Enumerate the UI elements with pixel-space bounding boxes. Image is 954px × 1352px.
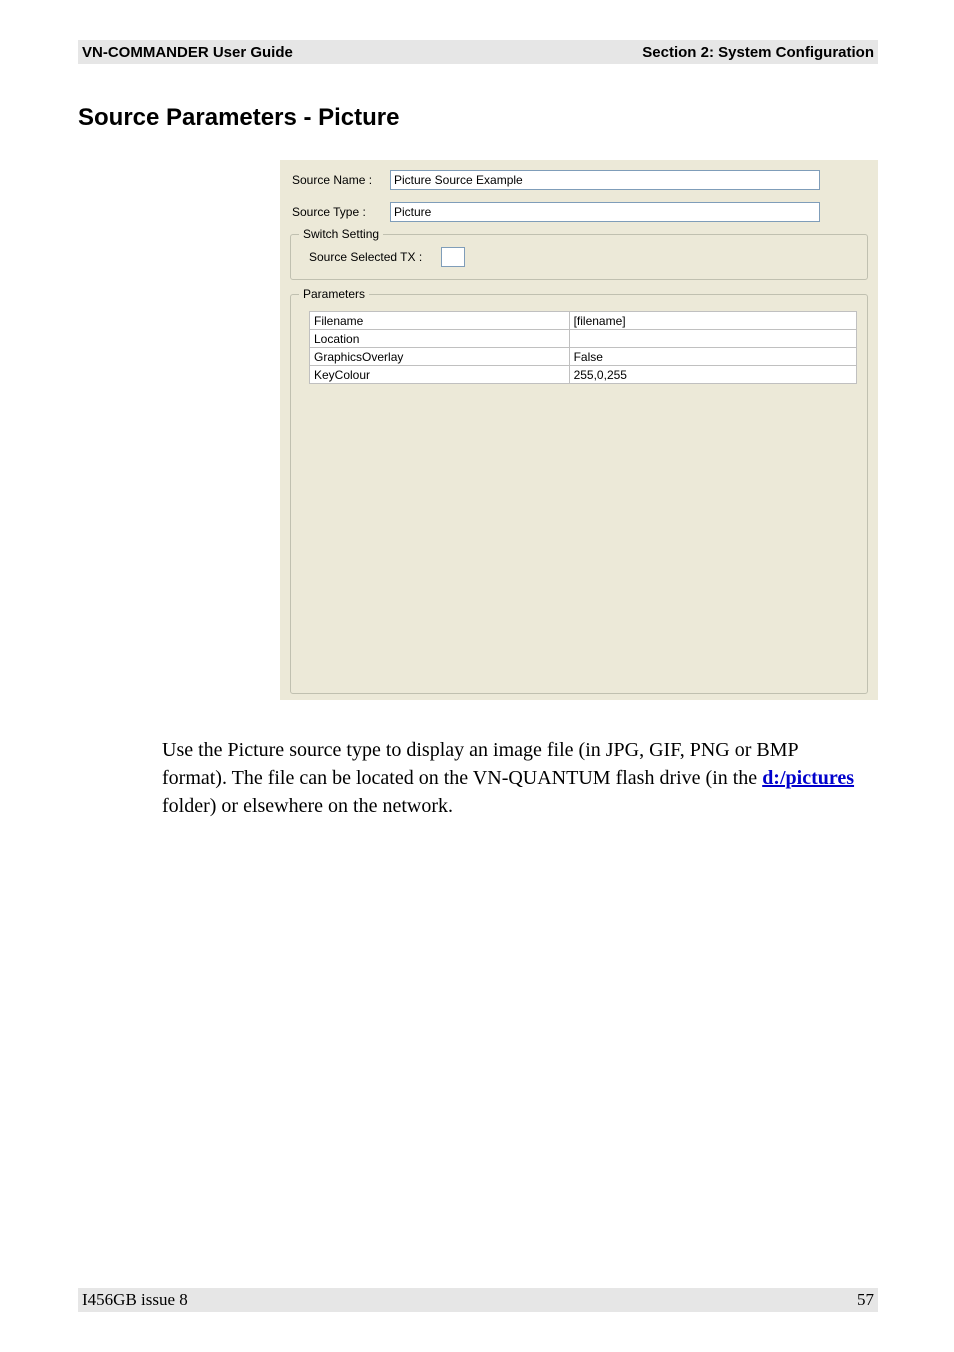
row-source-type: Source Type : (290, 202, 878, 222)
param-key: KeyColour (310, 366, 570, 384)
fieldset-switch-setting: Switch Setting Source Selected TX : (290, 234, 868, 280)
param-key: Location (310, 330, 570, 348)
body-text-part1: Use the Picture source type to display a… (162, 739, 798, 789)
table-row[interactable]: Location (310, 330, 857, 348)
row-source-selected-tx: Source Selected TX : (309, 247, 857, 267)
link-pictures-folder[interactable]: d:/pictures (762, 767, 854, 789)
table-row[interactable]: KeyColour 255,0,255 (310, 366, 857, 384)
param-key: Filename (310, 312, 570, 330)
label-source-selected-tx: Source Selected TX : (309, 250, 441, 264)
dialog-screenshot: Source Name : Source Type : Switch Setti… (280, 160, 878, 700)
fieldset-title-switch: Switch Setting (299, 227, 383, 241)
fieldset-parameters: Parameters Filename [filename] Location … (290, 294, 868, 694)
header-left: VN-COMMANDER User Guide (82, 44, 293, 61)
label-source-type: Source Type : (290, 205, 390, 219)
footer-page-number: 57 (857, 1290, 874, 1310)
body-text-part2: folder) or elsewhere on the network. (162, 795, 453, 817)
param-key: GraphicsOverlay (310, 348, 570, 366)
footer-left: I456GB issue 8 (82, 1290, 188, 1310)
document-page: VN-COMMANDER User Guide Section 2: Syste… (0, 0, 954, 1352)
input-source-name[interactable] (390, 170, 820, 190)
input-source-selected-tx[interactable] (441, 247, 465, 267)
parameters-table[interactable]: Filename [filename] Location GraphicsOve… (309, 311, 857, 384)
page-header: VN-COMMANDER User Guide Section 2: Syste… (78, 40, 878, 64)
param-value[interactable]: [filename] (569, 312, 856, 330)
body-paragraph: Use the Picture source type to display a… (162, 736, 867, 820)
section-title: Source Parameters - Picture (78, 104, 399, 132)
row-source-name: Source Name : (290, 170, 878, 190)
page-footer: I456GB issue 8 57 (78, 1288, 878, 1312)
input-source-type[interactable] (390, 202, 820, 222)
table-row[interactable]: GraphicsOverlay False (310, 348, 857, 366)
label-source-name: Source Name : (290, 173, 390, 187)
param-value[interactable]: False (569, 348, 856, 366)
header-right: Section 2: System Configuration (642, 44, 874, 61)
param-value[interactable] (569, 330, 856, 348)
table-row[interactable]: Filename [filename] (310, 312, 857, 330)
fieldset-title-parameters: Parameters (299, 287, 369, 301)
param-value[interactable]: 255,0,255 (569, 366, 856, 384)
